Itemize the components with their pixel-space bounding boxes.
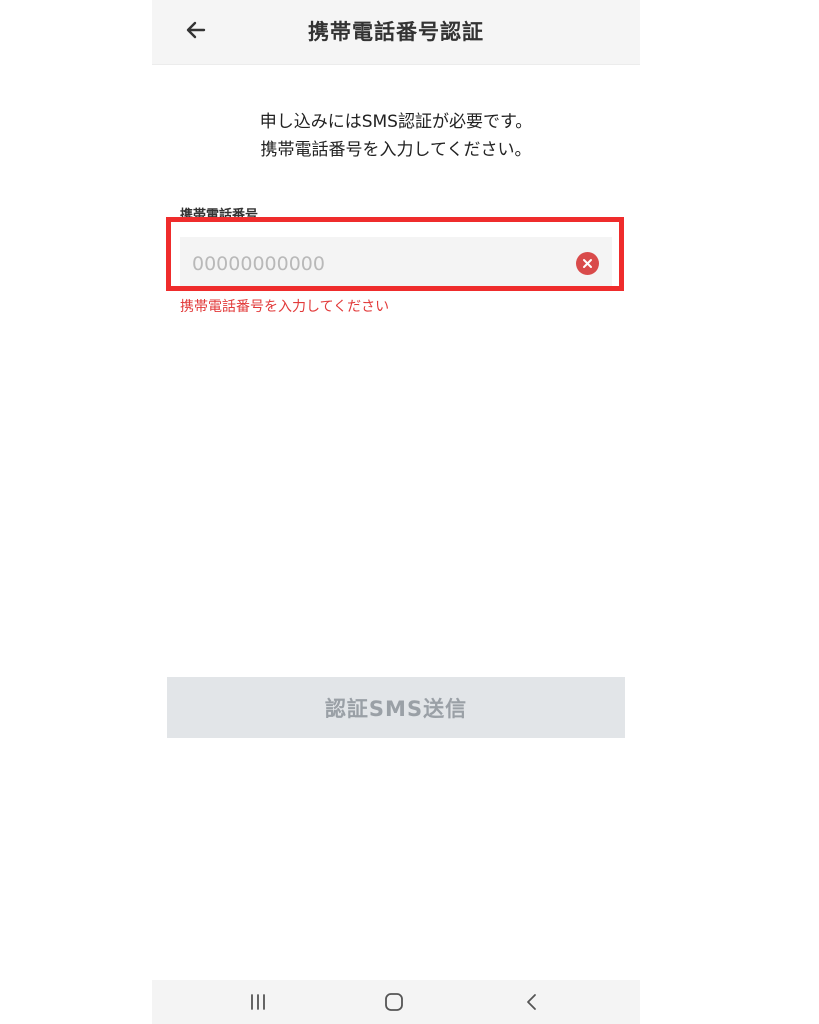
intro-text: 申し込みにはSMS認証が必要です。 携帯電話番号を入力してください。 bbox=[152, 108, 640, 164]
home-icon bbox=[385, 993, 403, 1011]
recent-apps-icon bbox=[251, 994, 265, 1010]
error-message: 携帯電話番号を入力してください bbox=[180, 299, 390, 315]
send-sms-button[interactable]: 認証SMS送信 bbox=[167, 677, 625, 738]
page-title: 携帯電話番号認証 bbox=[308, 20, 484, 44]
system-nav-bar bbox=[152, 980, 640, 1024]
app-header: 携帯電話番号認証 bbox=[152, 0, 640, 65]
clear-input-button[interactable] bbox=[576, 252, 599, 275]
phone-number-input[interactable] bbox=[180, 237, 612, 290]
nav-back-button[interactable] bbox=[512, 986, 552, 1018]
intro-line-1: 申し込みにはSMS認証が必要です。 bbox=[259, 112, 533, 132]
recent-apps-button[interactable] bbox=[238, 986, 278, 1018]
clear-circle-icon bbox=[583, 259, 592, 268]
intro-line-2: 携帯電話番号を入力してください。 bbox=[260, 140, 532, 160]
home-button[interactable] bbox=[374, 986, 414, 1018]
back-icon bbox=[527, 994, 536, 1010]
phone-screen: 携帯電話番号認証 申し込みにはSMS認証が必要です。 携帯電話番号を入力してくだ… bbox=[152, 0, 640, 1024]
phone-field-label: 携帯電話番号 bbox=[180, 208, 259, 223]
